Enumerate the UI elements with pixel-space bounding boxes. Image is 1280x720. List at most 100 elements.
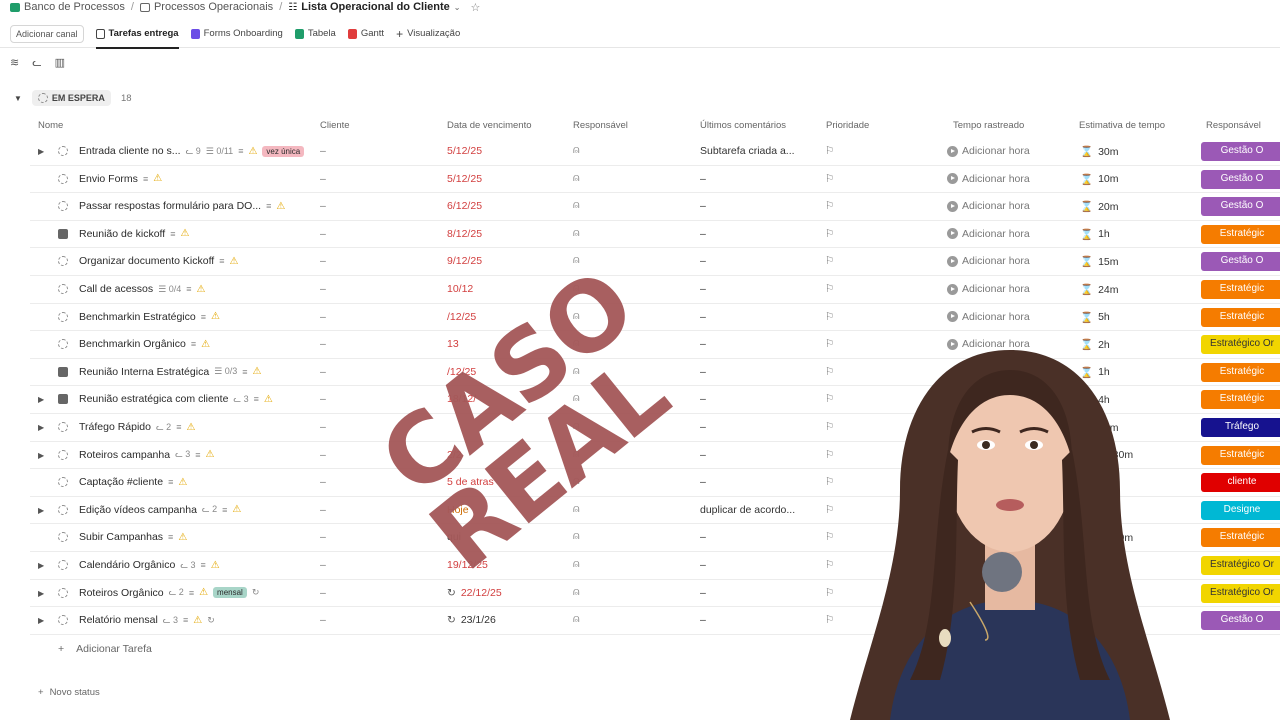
due-date-cell[interactable]: 6/12/25: [447, 200, 482, 212]
task-name[interactable]: Subir Campanhas: [79, 531, 163, 543]
task-name[interactable]: Edição vídeos campanha: [79, 504, 197, 516]
column-header-estimate[interactable]: Estimativa de tempo: [1079, 120, 1165, 131]
track-time-button[interactable]: Adicionar hora: [947, 311, 1030, 323]
client-cell[interactable]: –: [320, 531, 326, 543]
estimate-cell[interactable]: ⌛ 15m: [1080, 255, 1119, 269]
track-time-button[interactable]: Adicionar hora: [947, 283, 1030, 295]
column-header-priority[interactable]: Prioridade: [826, 120, 869, 131]
client-cell[interactable]: –: [320, 476, 326, 488]
task-status-icon[interactable]: [58, 146, 68, 156]
expand-subtasks-icon[interactable]: ▶: [38, 423, 44, 432]
expand-subtasks-icon[interactable]: ▶: [38, 451, 44, 460]
column-header-responsible[interactable]: Responsável: [573, 120, 628, 131]
comment-cell[interactable]: –: [700, 393, 706, 405]
status-badge[interactable]: EM ESPERA: [31, 90, 111, 106]
add-channel-button[interactable]: Adicionar canal: [10, 24, 84, 43]
priority-flag-icon[interactable]: ⚐: [825, 311, 834, 323]
comment-cell[interactable]: –: [700, 531, 706, 543]
task-status-icon[interactable]: [58, 560, 68, 570]
client-cell[interactable]: –: [320, 504, 326, 516]
column-header-tracked[interactable]: Tempo rastreado: [953, 120, 1024, 131]
task-name-cell[interactable]: Benchmarkin Orgânico ≡ ⚠: [79, 338, 210, 350]
task-name-cell[interactable]: Envio Forms ≡ ⚠: [79, 173, 162, 185]
breadcrumb-item-processos[interactable]: Processos Operacionais: [139, 1, 273, 13]
owner-tag[interactable]: Estratégic: [1201, 528, 1280, 548]
task-name[interactable]: Relatório mensal: [79, 614, 158, 626]
due-date-cell[interactable]: ↻ 22/12/25: [447, 587, 502, 599]
task-name[interactable]: Benchmarkin Orgânico: [79, 338, 186, 350]
chevron-down-icon[interactable]: ⌄: [454, 3, 461, 12]
task-name-cell[interactable]: Roteiros campanha ᓚ 3 ≡ ⚠: [79, 449, 214, 461]
task-name[interactable]: Captação #cliente: [79, 476, 163, 488]
owner-tag[interactable]: Estratégico Or: [1201, 556, 1280, 575]
assignee-icon[interactable]: ⍝: [573, 558, 580, 571]
track-time-button[interactable]: Adicionar hora: [947, 200, 1030, 212]
assignee-icon[interactable]: ⍝: [573, 586, 580, 599]
assignee-icon[interactable]: ⍝: [573, 144, 580, 157]
client-cell[interactable]: –: [320, 614, 326, 626]
task-status-icon[interactable]: [58, 615, 68, 626]
due-date-cell[interactable]: 5/12/25: [447, 145, 482, 157]
owner-tag[interactable]: Gestão O: [1201, 197, 1280, 217]
task-name-cell[interactable]: Passar respostas formulário para DO... ≡ ⚠: [79, 200, 285, 212]
breadcrumb-label-lista[interactable]: Lista Operacional do Cliente: [301, 1, 450, 13]
task-status-icon[interactable]: [58, 311, 68, 322]
assignee-icon[interactable]: ⍝: [573, 199, 580, 212]
due-date-cell[interactable]: ↻ 23/1/26: [447, 614, 496, 626]
priority-flag-icon[interactable]: ⚐: [825, 173, 834, 185]
priority-flag-icon[interactable]: ⚐: [825, 228, 834, 240]
client-cell[interactable]: –: [320, 145, 326, 157]
estimate-cell[interactable]: ⌛ 24m: [1080, 283, 1119, 297]
task-name-cell[interactable]: Reunião de kickoff ≡ ⚠: [79, 228, 189, 240]
star-icon[interactable]: ☆: [470, 1, 480, 14]
breadcrumb-item-banco[interactable]: Banco de Processos: [10, 1, 125, 13]
tab-tarefas-entrega[interactable]: Tarefas entrega: [95, 20, 179, 49]
owner-tag[interactable]: Estratégic: [1201, 224, 1280, 244]
breadcrumb-item-lista[interactable]: ☷ Lista Operacional do Cliente ⌄: [288, 1, 460, 13]
client-cell[interactable]: –: [320, 559, 326, 571]
client-cell[interactable]: –: [320, 311, 326, 323]
task-name-cell[interactable]: Reunião estratégica com cliente ᓚ 3 ≡ ⚠: [79, 393, 273, 405]
estimate-cell[interactable]: ⌛ 30m: [1080, 145, 1119, 159]
task-name[interactable]: Reunião estratégica com cliente: [79, 393, 228, 405]
task-status-icon[interactable]: [58, 201, 68, 212]
owner-tag[interactable]: Tráfego: [1201, 418, 1280, 437]
expand-subtasks-icon[interactable]: ▶: [38, 616, 44, 625]
add-view-button[interactable]: + Visualização: [396, 27, 460, 41]
task-status-icon[interactable]: [58, 504, 68, 515]
comment-cell[interactable]: –: [700, 200, 706, 212]
comment-cell[interactable]: –: [700, 283, 706, 295]
task-name[interactable]: Reunião de kickoff: [79, 228, 165, 240]
owner-tag[interactable]: Gestão O: [1201, 611, 1280, 631]
task-status-icon[interactable]: [58, 228, 68, 239]
client-cell[interactable]: –: [320, 338, 326, 350]
owner-tag[interactable]: Estratégic: [1201, 390, 1280, 410]
columns-icon[interactable]: ▥: [55, 56, 65, 69]
task-name[interactable]: Roteiros Orgânico: [79, 587, 164, 599]
task-name[interactable]: Calendário Orgânico: [79, 559, 175, 571]
task-name[interactable]: Tráfego Rápido: [79, 421, 151, 433]
comment-cell[interactable]: –: [700, 228, 706, 240]
comment-cell[interactable]: –: [700, 173, 706, 185]
task-name-cell[interactable]: Edição vídeos campanha ᓚ 2 ≡ ⚠: [79, 504, 241, 516]
task-name[interactable]: Organizar documento Kickoff: [79, 255, 214, 267]
task-name-cell[interactable]: Subir Campanhas ≡ ⚠: [79, 531, 187, 543]
add-task-button[interactable]: + Adicionar Tarefa: [58, 643, 152, 655]
owner-tag[interactable]: Estratégic: [1201, 445, 1280, 465]
task-tag[interactable]: mensal: [213, 587, 247, 599]
expand-subtasks-icon[interactable]: ▶: [38, 506, 44, 515]
task-status-icon[interactable]: [58, 422, 68, 432]
task-name-cell[interactable]: Entrada cliente no s... ᓚ 9 ☰ 0/11 ≡ ⚠ vez ún…: [79, 145, 305, 157]
comment-cell[interactable]: –: [700, 559, 706, 571]
comment-cell[interactable]: –: [700, 614, 706, 626]
owner-tag[interactable]: cliente: [1201, 473, 1280, 493]
estimate-cell[interactable]: ⌛ 10m: [1080, 173, 1119, 186]
estimate-cell[interactable]: ⌛ 5h: [1080, 311, 1110, 324]
table-row[interactable]: Envio Forms ≡ ⚠ – 5/12/25 ⍝ – ⚐ Adicionar hora ⌛ 1…: [30, 166, 1280, 194]
column-header-due[interactable]: Data de vencimento: [447, 120, 532, 131]
owner-tag[interactable]: Gestão O: [1201, 169, 1280, 189]
client-cell[interactable]: –: [320, 421, 326, 433]
client-cell[interactable]: –: [320, 255, 326, 267]
client-cell[interactable]: –: [320, 173, 326, 185]
task-status-icon[interactable]: [58, 587, 68, 598]
